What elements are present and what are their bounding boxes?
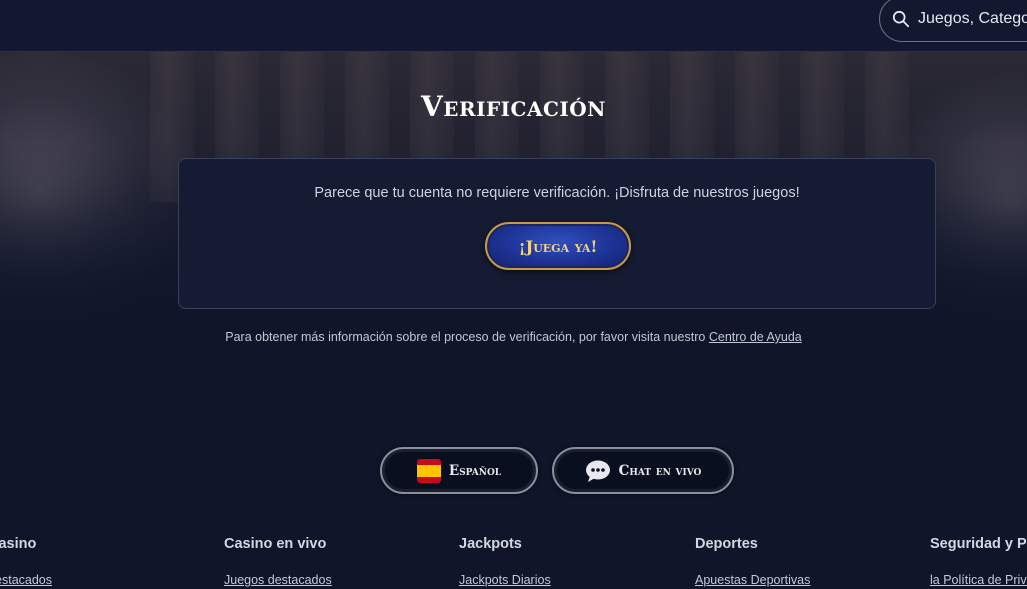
help-center-link[interactable]: Centro de Ayuda: [709, 330, 802, 344]
footer-column-security: Seguridad y Privacidad la Política de Pr…: [930, 536, 1027, 589]
play-now-button[interactable]: ¡Juega ya!: [485, 222, 631, 270]
footer-link[interactable]: Destacados: [0, 573, 52, 587]
language-button[interactable]: Español: [380, 447, 538, 494]
footer-heading: Casino en vivo: [224, 536, 327, 552]
footer-column-sports: Deportes Apuestas Deportivas: [695, 536, 810, 587]
footer-column-jackpots: Jackpots Jackpots Diarios: [459, 536, 551, 587]
language-label: Español: [448, 462, 502, 479]
live-chat-label: Chat en vivo: [618, 462, 702, 479]
help-info-text: Para obtener más información sobre el pr…: [0, 330, 1027, 344]
footer-column-live-casino: Casino en vivo Juegos destacados: [224, 536, 332, 587]
footer-link[interactable]: Juegos destacados: [224, 573, 332, 587]
verification-message: Parece que tu cuenta no requiere verific…: [314, 185, 800, 201]
page: Verificación Parece que tu cuenta no req…: [0, 0, 1027, 589]
help-info-label: Para obtener más información sobre el pr…: [225, 330, 706, 344]
top-bar: [0, 0, 1027, 52]
search-input[interactable]: [918, 10, 1027, 28]
footer-heading: Jackpots: [459, 536, 522, 552]
footer-link[interactable]: Apuestas Deportivas: [695, 573, 810, 587]
footer-heading: Seguridad y Privacidad: [930, 536, 1027, 552]
chat-bubble-icon: [585, 459, 611, 483]
footer-column-casino: Casino Destacados: [0, 536, 52, 587]
footer-link[interactable]: Jackpots Diarios: [459, 573, 551, 587]
search-box[interactable]: [879, 0, 1027, 42]
search-icon: [892, 10, 910, 28]
footer-heading: Casino: [0, 536, 37, 552]
live-chat-button[interactable]: Chat en vivo: [552, 447, 734, 494]
footer-link[interactable]: la Política de Privacidad: [930, 573, 1027, 587]
footer-heading: Deportes: [695, 536, 758, 552]
spain-flag-icon: [416, 458, 441, 483]
page-title: Verificación: [421, 90, 606, 123]
verification-card: Parece que tu cuenta no requiere verific…: [178, 158, 936, 309]
